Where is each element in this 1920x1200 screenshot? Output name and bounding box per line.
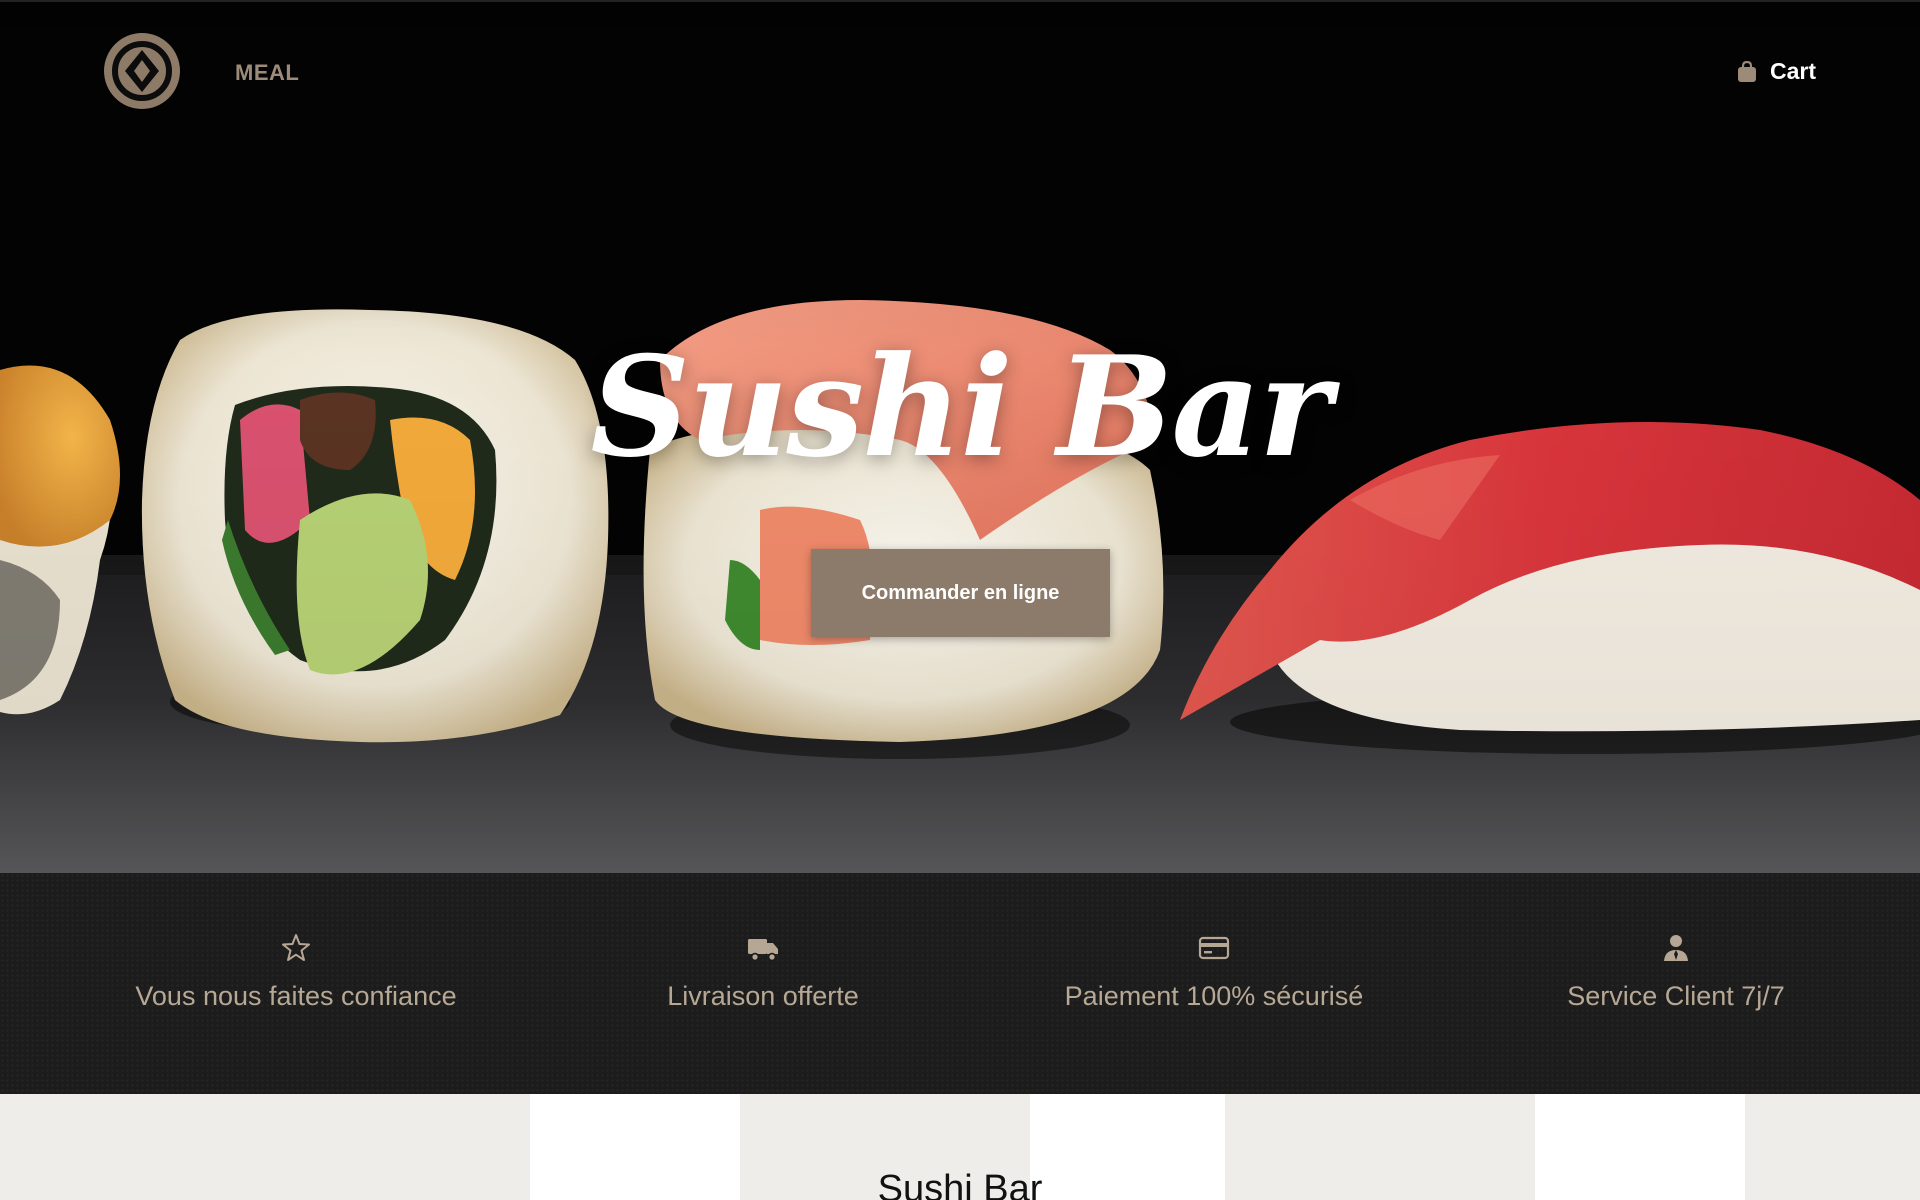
section-title: Sushi Bar (877, 1168, 1043, 1200)
hero-section: MEAL Cart Sushi Bar Commander en ligne (0, 0, 1920, 873)
logo-icon[interactable] (104, 33, 180, 109)
truck-icon (748, 939, 778, 962)
order-online-button[interactable]: Commander en ligne (811, 549, 1110, 637)
brand-name[interactable]: MEAL (235, 60, 299, 86)
top-border (0, 0, 1920, 2)
credit-card-icon (1198, 936, 1230, 960)
feature-label: Vous nous faites confiance (135, 981, 457, 1011)
menu-section: Sushi Bar (0, 1094, 1920, 1200)
star-icon (282, 934, 310, 961)
features-bar: Vous nous faites confiance Livraison off… (0, 873, 1920, 1094)
support-agent-icon (1664, 935, 1688, 961)
feature-label: Livraison offerte (667, 981, 859, 1011)
shopping-bag-icon (1737, 60, 1756, 82)
hero-title: Sushi Bar (590, 325, 1331, 488)
feature-label: Service Client 7j/7 (1567, 981, 1785, 1011)
page: MEAL Cart Sushi Bar Commander en ligne V… (0, 0, 1920, 1200)
feature-label: Paiement 100% sécurisé (1064, 981, 1364, 1011)
cart-label: Cart (1769, 58, 1816, 84)
cart-button[interactable]: Cart (1736, 58, 1816, 85)
